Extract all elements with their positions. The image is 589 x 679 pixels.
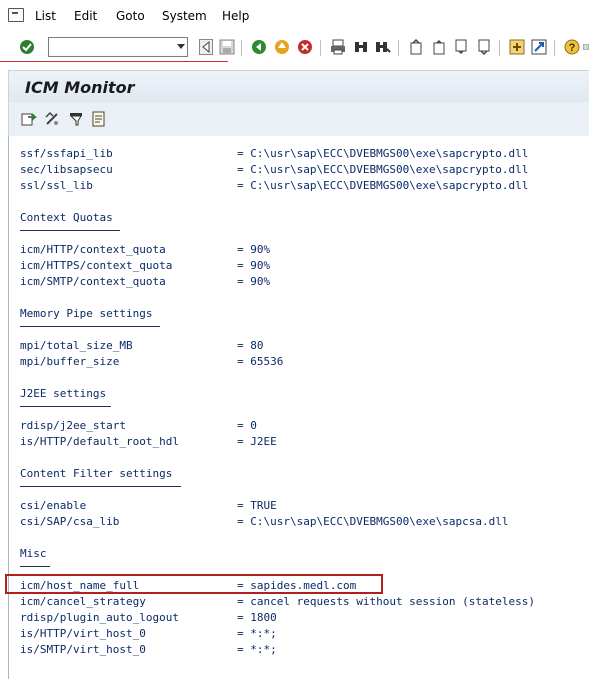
param-value: = 65536 [237,355,284,368]
section-heading: Memory Pipe settings [20,307,153,320]
previous-page-icon[interactable] [430,38,448,56]
param-key: ssl/ssl_lib [20,179,93,192]
back-icon[interactable] [250,38,268,56]
param-key: icm/cancel_strategy [20,595,146,608]
exit-icon[interactable] [273,38,291,56]
param-key: mpi/total_size_MB [20,339,133,352]
command-input[interactable] [51,39,173,57]
cancel-icon[interactable] [296,38,314,56]
menu-bar: List Edit Goto System Help [0,0,589,32]
param-value: = *:*; [237,627,277,640]
param-value: = 0 [237,419,257,432]
section-underline [20,326,160,327]
section-underline [20,230,120,231]
toolbar-divider [0,61,228,62]
svg-text:?: ? [569,42,576,54]
menu-system[interactable]: System [162,9,207,23]
document-icon[interactable] [91,111,107,127]
param-value: = 80 [237,339,264,352]
param-value: = TRUE [237,499,277,512]
param-value: = 90% [237,243,271,256]
last-page-icon[interactable] [475,38,493,56]
menu-help[interactable]: Help [222,9,249,23]
command-field[interactable] [48,37,188,57]
param-key: ssf/ssfapi_lib [20,147,113,160]
param-value: = cancel requests without session (state… [237,595,536,608]
find-icon[interactable] [352,38,370,56]
section-heading: Context Quotas [20,211,113,224]
param-value: = J2EE [237,435,277,448]
param-key: rdisp/j2ee_start [20,419,126,432]
param-value: = 90% [237,275,271,288]
menu-edit[interactable]: Edit [74,9,97,23]
param-key: csi/enable [20,499,87,512]
create-session-icon[interactable] [508,38,526,56]
menu-list[interactable]: List [35,9,56,23]
param-value: = *:*; [237,643,277,656]
section-underline [20,566,50,567]
change-icon[interactable] [44,111,60,127]
param-value: = C:\usr\sap\ECC\DVEBMGS00\exe\sapcrypto… [237,179,529,192]
param-value: = 1800 [237,611,277,624]
refresh-icon[interactable] [21,111,37,127]
section-heading: Content Filter settings [20,467,173,480]
section-underline [20,486,181,487]
print-icon[interactable] [329,38,347,56]
next-page-icon[interactable] [452,38,470,56]
enter-checkmark-icon[interactable] [18,38,36,56]
param-value: = 90% [237,259,271,272]
param-key: icm/SMTP/context_quota [20,275,166,288]
page-title: ICM Monitor [25,78,135,97]
param-key: mpi/buffer_size [20,355,120,368]
param-key: is/HTTP/default_root_hdl [20,435,179,448]
title-bar: ICM Monitor [8,70,589,103]
application-toolbar [8,102,589,136]
shortcut-icon[interactable] [530,38,548,56]
first-page-icon[interactable] [407,38,425,56]
param-key: csi/SAP/csa_lib [20,515,120,528]
highlight-box [5,574,383,594]
help-icon[interactable]: ? [563,38,581,56]
find-next-icon[interactable] [374,38,392,56]
param-key: sec/libsapsecu [20,163,113,176]
layout-menu-icon[interactable] [583,38,589,56]
save-icon[interactable] [218,38,236,56]
filter-icon[interactable] [68,111,84,127]
section-heading: J2EE settings [20,387,107,400]
section-underline [20,406,111,407]
back-arrow-icon[interactable] [197,38,215,56]
param-key: is/HTTP/virt_host_0 [20,627,146,640]
system-menu-icon[interactable] [8,8,24,22]
param-value: = C:\usr\sap\ECC\DVEBMGS00\exe\sapcrypto… [237,163,529,176]
param-value: = C:\usr\sap\ECC\DVEBMGS00\exe\sapcsa.dl… [237,515,509,528]
menu-goto[interactable]: Goto [116,9,145,23]
param-key: rdisp/plugin_auto_logout [20,611,179,624]
parameter-list: ssf/ssfapi_lib = C:\usr\sap\ECC\DVEBMGS0… [8,136,589,679]
chevron-down-icon[interactable] [177,44,185,49]
param-value: = C:\usr\sap\ECC\DVEBMGS00\exe\sapcrypto… [237,147,529,160]
param-key: icm/HTTPS/context_quota [20,259,173,272]
param-key: icm/HTTP/context_quota [20,243,166,256]
section-heading: Misc [20,547,47,560]
param-key: is/SMTP/virt_host_0 [20,643,146,656]
